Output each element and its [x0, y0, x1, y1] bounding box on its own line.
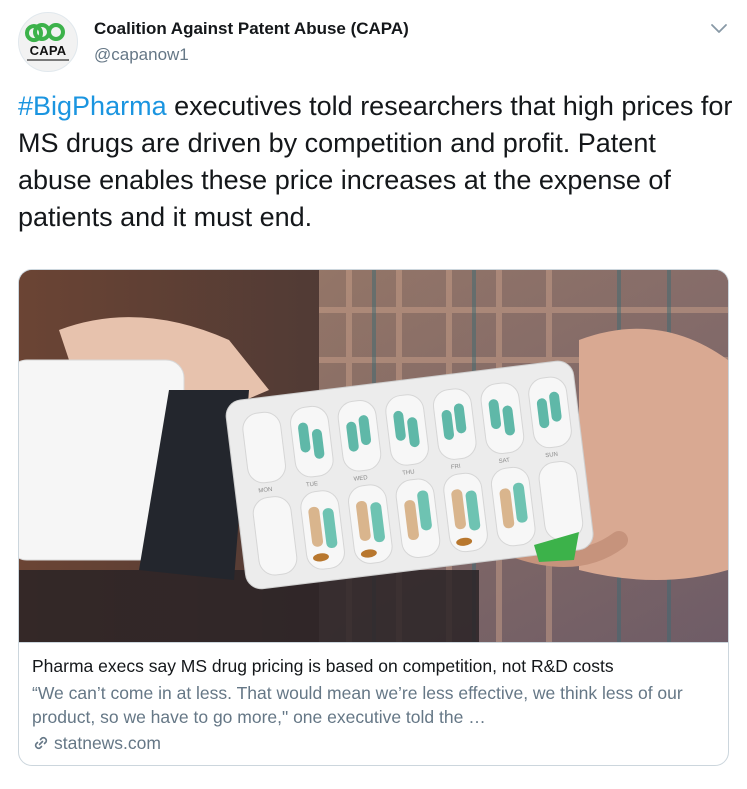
card-domain[interactable]: statnews.com	[32, 733, 161, 754]
avatar-label: CAPA	[29, 43, 67, 58]
chevron-down-icon[interactable]	[708, 18, 730, 40]
day-label: FRI	[451, 464, 462, 471]
avatar-tagline-bar	[27, 59, 69, 61]
card-info[interactable]: Pharma execs say MS drug pricing is base…	[19, 642, 728, 765]
link-icon	[34, 736, 48, 750]
hashtag-link[interactable]: #BigPharma	[18, 91, 167, 121]
card-image[interactable]: MON TUE WED THU FRI SAT SUN	[19, 270, 728, 642]
card-description: “We can’t come in at less. That would me…	[32, 683, 683, 727]
avatar[interactable]: CAPA	[18, 12, 78, 72]
link-card[interactable]: MON TUE WED THU FRI SAT SUN Pharma execs…	[18, 269, 729, 766]
card-domain-text: statnews.com	[54, 733, 161, 753]
tweet-text: #BigPharma executives told researchers t…	[18, 88, 733, 236]
card-title[interactable]: Pharma execs say MS drug pricing is base…	[32, 656, 722, 677]
author-handle[interactable]: @capanow1	[94, 45, 189, 65]
author-name[interactable]: Coalition Against Patent Abuse (CAPA)	[94, 19, 409, 39]
tweet: CAPA Coalition Against Patent Abuse (CAP…	[0, 0, 747, 789]
pill-organizer-image: MON TUE WED THU FRI SAT SUN	[19, 270, 728, 642]
